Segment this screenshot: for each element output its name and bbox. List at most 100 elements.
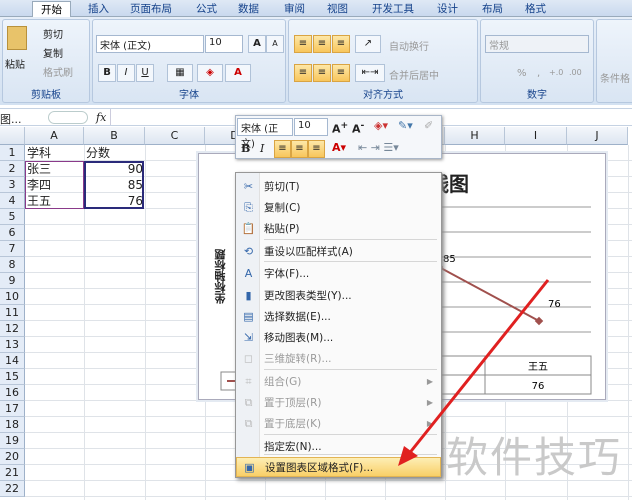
cell-a1[interactable]: 学科 — [27, 145, 51, 161]
row-header-14[interactable]: 14 — [0, 353, 25, 369]
row-header-11[interactable]: 11 — [0, 305, 25, 321]
row-header-5[interactable]: 5 — [0, 209, 25, 225]
paste-button[interactable]: 粘贴 — [5, 56, 25, 71]
column-header-b[interactable]: B — [84, 127, 145, 145]
italic-button[interactable]: I — [117, 64, 135, 82]
mini-bold-button[interactable]: B — [241, 142, 250, 155]
align-left-icon[interactable]: ≡ — [294, 64, 312, 82]
tab-insert[interactable]: 插入 — [88, 1, 109, 16]
indent-icon[interactable]: ⇤⇥ — [355, 64, 385, 82]
row-header-20[interactable]: 20 — [0, 449, 25, 465]
row-header-1[interactable]: 1 — [0, 145, 25, 161]
menu-item-font[interactable]: A 字体(F)... — [236, 264, 441, 284]
menu-item-reset-style[interactable]: ⟲ 重设以匹配样式(A) — [236, 242, 441, 262]
tab-review[interactable]: 审阅 — [284, 1, 305, 16]
mini-fill-icon[interactable]: ◈▾ — [374, 119, 388, 132]
column-header-j[interactable]: J — [567, 127, 628, 145]
align-top-icon[interactable]: ≡ — [294, 35, 312, 53]
shrink-font-button[interactable]: A — [266, 35, 284, 53]
align-center-icon[interactable]: ≡ — [313, 64, 331, 82]
format-painter-button[interactable]: 格式刷 — [43, 64, 73, 79]
tab-layout[interactable]: 布局 — [482, 1, 503, 16]
menu-item-paste[interactable]: 📋 粘贴(P) — [236, 219, 441, 239]
comma-button[interactable]: , — [537, 68, 540, 79]
row-header-6[interactable]: 6 — [0, 225, 25, 241]
fx-icon[interactable]: fx — [96, 111, 106, 124]
mini-align-right-icon[interactable]: ≡ — [308, 140, 325, 158]
number-format-select[interactable]: 常规 — [485, 35, 589, 53]
merge-center-button[interactable]: 合并后居中 — [389, 67, 439, 82]
menu-item-group[interactable]: ⌗ 组合(G) ▶ — [236, 372, 441, 392]
grow-font-button[interactable]: A — [248, 35, 266, 53]
row-header-3[interactable]: 3 — [0, 177, 25, 193]
mini-border-icon[interactable]: ✎▾ — [398, 119, 413, 132]
increase-decimal-button[interactable]: +.0 — [549, 68, 563, 77]
mini-size-select[interactable]: 10 — [294, 118, 328, 136]
border-icon[interactable]: ▦ — [167, 64, 193, 82]
wrap-text-button[interactable]: 自动换行 — [389, 38, 429, 53]
row-header-8[interactable]: 8 — [0, 257, 25, 273]
align-bottom-icon[interactable]: ≡ — [332, 35, 350, 53]
align-middle-icon[interactable]: ≡ — [313, 35, 331, 53]
tab-view[interactable]: 视图 — [327, 1, 348, 16]
tab-page-layout[interactable]: 页面布局 — [130, 1, 172, 16]
menu-item-move-chart[interactable]: ⇲ 移动图表(M)... — [236, 328, 441, 348]
underline-button[interactable]: U — [136, 64, 154, 82]
row-header-7[interactable]: 7 — [0, 241, 25, 257]
menu-item-bring-front[interactable]: ⧉ 置于顶层(R) ▶ — [236, 393, 441, 413]
mini-font-color-icon[interactable]: A▾ — [332, 141, 346, 154]
tab-formulas[interactable]: 公式 — [196, 1, 217, 16]
row-header-13[interactable]: 13 — [0, 337, 25, 353]
tab-data[interactable]: 数据 — [238, 1, 259, 16]
mini-indent-icon[interactable]: ⇤ ⇥ ☰▾ — [358, 141, 399, 154]
menu-item-scissors[interactable]: ✂ 剪切(T) — [236, 177, 441, 197]
row-header-12[interactable]: 12 — [0, 321, 25, 337]
font-size-select[interactable]: 10 — [205, 35, 243, 53]
row-header-19[interactable]: 19 — [0, 433, 25, 449]
row-header-17[interactable]: 17 — [0, 401, 25, 417]
menu-item-send-back[interactable]: ⧉ 置于底层(K) ▶ — [236, 414, 441, 434]
orientation-icon[interactable]: ↗ — [355, 35, 381, 53]
cut-button[interactable]: 剪切 — [43, 26, 63, 41]
conditional-format-button[interactable]: 条件格 — [600, 70, 630, 85]
mini-grow-font-icon[interactable]: A+ A- — [332, 120, 364, 136]
align-right-icon[interactable]: ≡ — [332, 64, 350, 82]
row-header-21[interactable]: 21 — [0, 465, 25, 481]
menu-item-format-chart-area[interactable]: ▣ 设置图表区域格式(F)... — [236, 457, 441, 477]
tab-developer[interactable]: 开发工具 — [372, 1, 414, 16]
column-header-c[interactable]: C — [145, 127, 205, 145]
decrease-decimal-button[interactable]: .00 — [569, 68, 582, 77]
row-header-16[interactable]: 16 — [0, 385, 25, 401]
name-box[interactable]: 图... — [0, 111, 22, 127]
row-header-10[interactable]: 10 — [0, 289, 25, 305]
fill-color-icon[interactable]: ◈ — [197, 64, 223, 82]
cell-b1[interactable]: 分数 — [86, 145, 110, 161]
menu-item-rotate-3d[interactable]: ◻ 三维旋转(R)... — [236, 349, 441, 369]
column-header-i[interactable]: I — [505, 127, 567, 145]
mini-format-painter-icon[interactable]: ✐ — [424, 119, 433, 132]
paste-icon[interactable] — [7, 26, 27, 50]
copy-button[interactable]: 复制 — [43, 45, 63, 60]
row-header-15[interactable]: 15 — [0, 369, 25, 385]
tab-home[interactable]: 开始 — [32, 1, 71, 17]
row-header-2[interactable]: 2 — [0, 161, 25, 177]
mini-align-center-icon[interactable]: ≡ — [291, 140, 308, 158]
percent-button[interactable]: % — [517, 68, 527, 79]
column-header-a[interactable]: A — [25, 127, 84, 145]
bold-button[interactable]: B — [98, 64, 116, 82]
column-header-h[interactable]: H — [445, 127, 505, 145]
font-name-select[interactable]: 宋体 (正文) — [96, 35, 204, 53]
row-header-18[interactable]: 18 — [0, 417, 25, 433]
mini-italic-button[interactable]: I — [260, 142, 264, 155]
menu-item-chart-type[interactable]: ▮ 更改图表类型(Y)... — [236, 286, 441, 306]
row-header-4[interactable]: 4 — [0, 193, 25, 209]
menu-item-macro[interactable]: 指定宏(N)... — [236, 437, 441, 457]
mini-align-left-icon[interactable]: ≡ — [274, 140, 291, 158]
tab-format[interactable]: 格式 — [525, 1, 546, 16]
mini-font-select[interactable]: 宋体 (正文) — [237, 118, 293, 150]
select-all[interactable] — [0, 127, 25, 145]
menu-item-copy[interactable]: ⎘ 复制(C) — [236, 198, 441, 218]
row-header-22[interactable]: 22 — [0, 481, 25, 497]
font-color-icon[interactable]: A — [225, 64, 251, 82]
row-header-9[interactable]: 9 — [0, 273, 25, 289]
